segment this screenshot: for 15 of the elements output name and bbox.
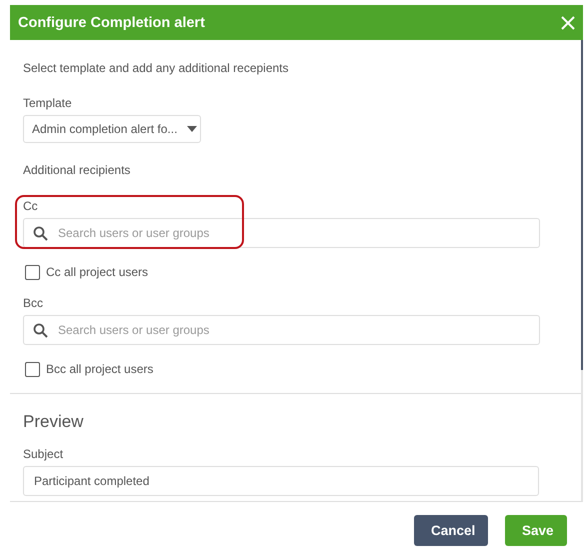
intro-text: Select template and add any additional recepients: [23, 61, 290, 75]
cancel-button[interactable]: Cancel: [414, 515, 488, 546]
checkbox-label: Bcc all project users: [46, 362, 154, 376]
checkbox-label: Cc all project users: [46, 265, 148, 279]
subject-label: Subject: [23, 447, 64, 461]
template-label: Template: [23, 96, 73, 110]
subject-field[interactable]: Participant completed: [23, 466, 539, 496]
search-field[interactable]: Search users or user groups: [23, 218, 540, 248]
dialog-title: Configure Completion alert: [18, 14, 205, 30]
recipients-heading: Additional recipients: [23, 163, 132, 177]
preview-heading: Preview: [23, 412, 84, 432]
search-field[interactable]: Search users or user groups: [23, 315, 540, 345]
field-label: Bcc: [23, 296, 44, 310]
field-label: Cc: [23, 199, 39, 213]
template-dropdown[interactable]: Admin completion alert fo...: [23, 115, 201, 143]
